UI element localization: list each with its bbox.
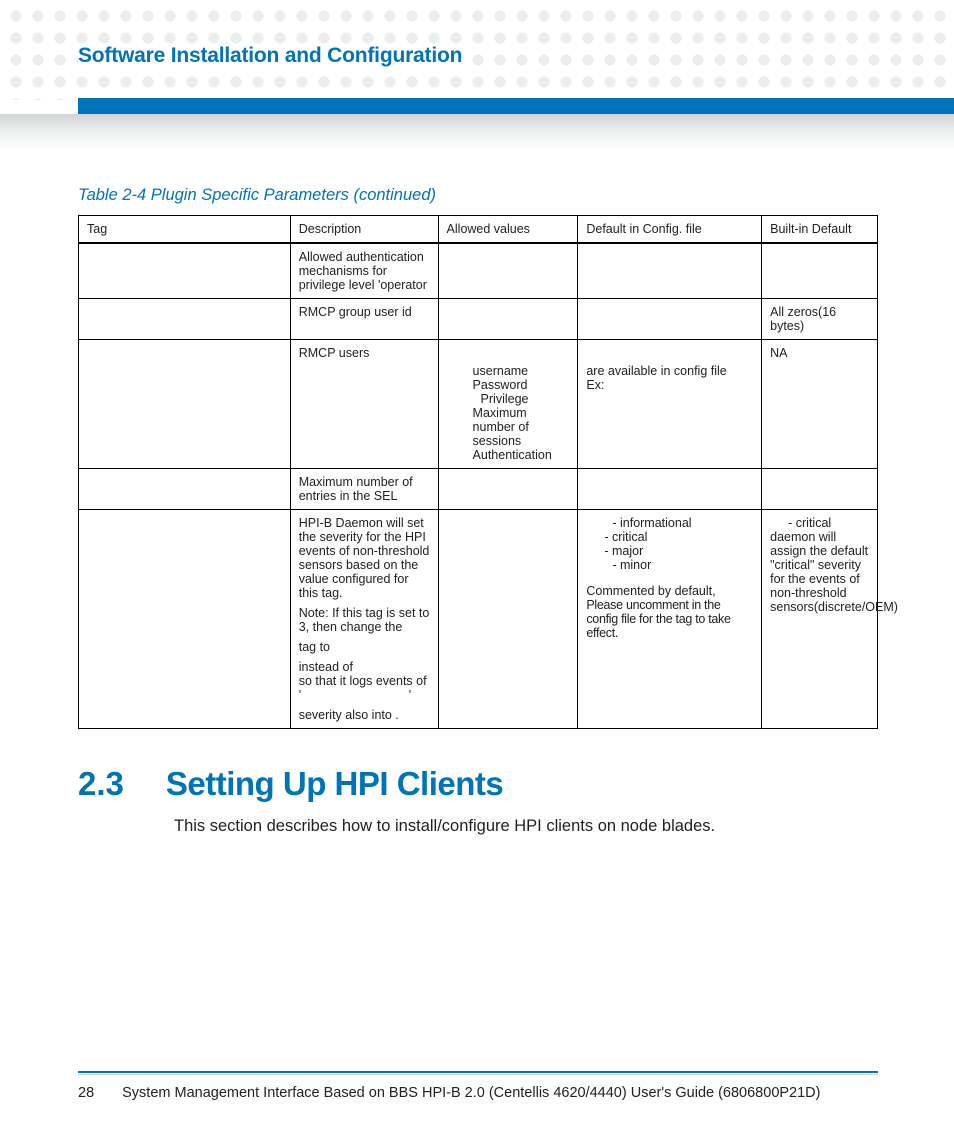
desc-para: Note: If this tag is set to 3, then chan… xyxy=(299,606,430,634)
desc-para: HPI-B Daemon will set the severity for t… xyxy=(299,516,430,600)
header-gray-strip xyxy=(0,114,954,150)
header-blue-bar xyxy=(78,98,954,114)
cell-tag xyxy=(79,469,291,510)
cell-allowed: username Password Privilege Maximum numb… xyxy=(438,340,578,469)
cell-desc: HPI-B Daemon will set the severity for t… xyxy=(290,510,438,729)
table-row: HPI-B Daemon will set the severity for t… xyxy=(79,510,878,729)
cell-default-cfg: - informational - critical - major - min… xyxy=(578,510,762,729)
table-row: Allowed authentication mechanisms for pr… xyxy=(79,243,878,299)
cfg-line: are available in config file xyxy=(586,364,726,378)
cell-allowed xyxy=(438,299,578,340)
desc-para: severity also into . xyxy=(299,708,430,722)
parameters-table: Tag Description Allowed values Default i… xyxy=(78,215,878,729)
builtin-lead: - critical xyxy=(770,516,869,530)
cell-builtin: All zeros(16 bytes) xyxy=(762,299,878,340)
cell-default-cfg xyxy=(578,469,762,510)
cfg-level: - informational xyxy=(586,516,753,530)
cell-allowed xyxy=(438,243,578,299)
builtin-tail: daemon will assign the default "critical… xyxy=(770,530,869,614)
table-caption: Table 2-4 Plugin Specific Parameters (co… xyxy=(78,186,878,205)
cell-desc: Maximum number of entries in the SEL xyxy=(290,469,438,510)
chapter-title: Software Installation and Configuration xyxy=(78,44,472,68)
page-number: 28 xyxy=(78,1085,94,1101)
cfg-level: - major xyxy=(586,544,753,558)
table-row: RMCP users username Password Privilege M… xyxy=(79,340,878,469)
section-body-text: This section describes how to install/co… xyxy=(174,817,878,836)
cfg-tail: Please uncomment in the config file for … xyxy=(586,598,753,640)
cell-tag xyxy=(79,299,291,340)
cfg-level: - critical xyxy=(586,530,753,544)
col-description: Description xyxy=(290,216,438,244)
cfg-tail: Commented by default, xyxy=(586,584,753,598)
cell-default-cfg: are available in config file Ex: xyxy=(578,340,762,469)
col-builtin-default: Built-in Default xyxy=(762,216,878,244)
footer-rule-blue xyxy=(78,1071,878,1073)
desc-para: tag to xyxy=(299,640,430,654)
col-tag: Tag xyxy=(79,216,291,244)
cell-builtin xyxy=(762,243,878,299)
footer-text: System Management Interface Based on BBS… xyxy=(122,1085,820,1101)
cell-default-cfg xyxy=(578,243,762,299)
cell-builtin: NA xyxy=(762,340,878,469)
section-heading: 2.3 Setting Up HPI Clients xyxy=(78,765,878,803)
table-row: Maximum number of entries in the SEL xyxy=(79,469,878,510)
section-number: 2.3 xyxy=(78,765,124,803)
allowed-item: Password xyxy=(447,378,570,392)
cell-builtin: - critical daemon will assign the defaul… xyxy=(762,510,878,729)
cell-tag xyxy=(79,243,291,299)
cfg-line: Ex: xyxy=(586,378,604,392)
table-header-row: Tag Description Allowed values Default i… xyxy=(79,216,878,244)
allowed-item: Maximum number of sessions xyxy=(447,406,570,448)
desc-para: instead of so that it logs events of ' ' xyxy=(299,660,430,702)
cell-default-cfg xyxy=(578,299,762,340)
cfg-level: - minor xyxy=(586,558,753,572)
col-allowed: Allowed values xyxy=(438,216,578,244)
footer-rule-gray xyxy=(78,1074,878,1075)
cell-desc: Allowed authentication mechanisms for pr… xyxy=(290,243,438,299)
page-content: Table 2-4 Plugin Specific Parameters (co… xyxy=(78,186,878,836)
col-default-config: Default in Config. file xyxy=(578,216,762,244)
allowed-item: username xyxy=(447,364,570,378)
cell-desc: RMCP users xyxy=(290,340,438,469)
cell-desc: RMCP group user id xyxy=(290,299,438,340)
cell-tag xyxy=(79,340,291,469)
allowed-item: Authentication xyxy=(447,448,570,462)
cell-allowed xyxy=(438,510,578,729)
allowed-item: Privilege xyxy=(447,392,570,406)
page-footer: 28 System Management Interface Based on … xyxy=(78,1071,878,1101)
section-title: Setting Up HPI Clients xyxy=(166,765,503,803)
cell-allowed xyxy=(438,469,578,510)
cell-tag xyxy=(79,510,291,729)
cell-builtin xyxy=(762,469,878,510)
table-row: RMCP group user id All zeros(16 bytes) xyxy=(79,299,878,340)
